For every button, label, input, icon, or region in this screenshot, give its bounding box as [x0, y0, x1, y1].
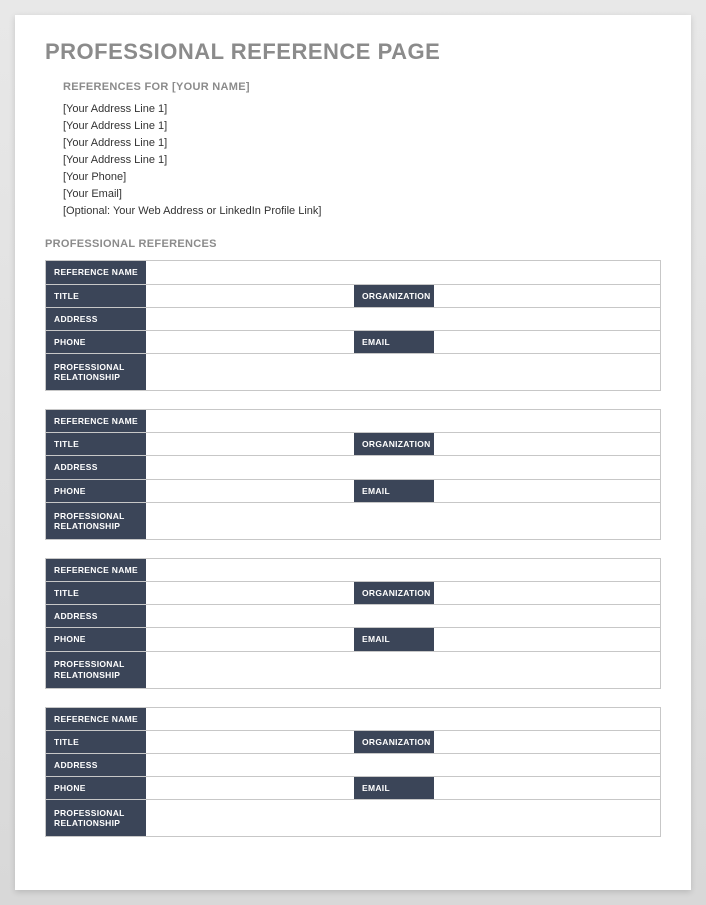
value-title[interactable] — [146, 285, 354, 307]
label-organization: ORGANIZATION — [354, 285, 434, 307]
label-reference-name: REFERENCE NAME — [46, 261, 146, 283]
value-organization[interactable] — [434, 433, 660, 455]
address-line: [Your Email] — [63, 186, 661, 203]
label-reference-name: REFERENCE NAME — [46, 410, 146, 432]
label-professional-relationship: PROFESSIONAL RELATIONSHIP — [46, 354, 146, 390]
label-email: EMAIL — [354, 480, 434, 502]
value-address[interactable] — [146, 754, 660, 776]
value-email[interactable] — [434, 480, 660, 502]
label-address: ADDRESS — [46, 456, 146, 478]
label-email: EMAIL — [354, 628, 434, 650]
label-organization: ORGANIZATION — [354, 582, 434, 604]
label-title: TITLE — [46, 433, 146, 455]
value-title[interactable] — [146, 582, 354, 604]
reference-block: REFERENCE NAME TITLE ORGANIZATION ADDRES… — [45, 409, 661, 540]
value-phone[interactable] — [146, 628, 354, 650]
label-professional-relationship: PROFESSIONAL RELATIONSHIP — [46, 800, 146, 836]
address-line: [Optional: Your Web Address or LinkedIn … — [63, 203, 661, 220]
label-title: TITLE — [46, 731, 146, 753]
value-address[interactable] — [146, 308, 660, 330]
value-address[interactable] — [146, 456, 660, 478]
address-line: [Your Address Line 1] — [63, 152, 661, 169]
value-title[interactable] — [146, 433, 354, 455]
label-phone: PHONE — [46, 480, 146, 502]
document-page: PROFESSIONAL REFERENCE PAGE REFERENCES F… — [15, 15, 691, 890]
label-organization: ORGANIZATION — [354, 433, 434, 455]
value-email[interactable] — [434, 331, 660, 353]
value-email[interactable] — [434, 628, 660, 650]
address-block: [Your Address Line 1] [Your Address Line… — [63, 101, 661, 220]
reference-block: REFERENCE NAME TITLE ORGANIZATION ADDRES… — [45, 558, 661, 689]
value-phone[interactable] — [146, 480, 354, 502]
label-organization: ORGANIZATION — [354, 731, 434, 753]
value-phone[interactable] — [146, 777, 354, 799]
address-line: [Your Phone] — [63, 169, 661, 186]
label-reference-name: REFERENCE NAME — [46, 559, 146, 581]
label-phone: PHONE — [46, 331, 146, 353]
label-address: ADDRESS — [46, 754, 146, 776]
label-address: ADDRESS — [46, 605, 146, 627]
label-address: ADDRESS — [46, 308, 146, 330]
value-email[interactable] — [434, 777, 660, 799]
reference-block: REFERENCE NAME TITLE ORGANIZATION ADDRES… — [45, 707, 661, 838]
label-title: TITLE — [46, 582, 146, 604]
label-email: EMAIL — [354, 777, 434, 799]
label-email: EMAIL — [354, 331, 434, 353]
value-title[interactable] — [146, 731, 354, 753]
value-organization[interactable] — [434, 582, 660, 604]
value-professional-relationship[interactable] — [146, 800, 660, 836]
references-for-heading: REFERENCES FOR [YOUR NAME] — [63, 81, 661, 93]
professional-references-heading: PROFESSIONAL REFERENCES — [45, 238, 661, 250]
page-title: PROFESSIONAL REFERENCE PAGE — [45, 39, 661, 65]
value-phone[interactable] — [146, 331, 354, 353]
value-reference-name[interactable] — [146, 559, 660, 581]
address-line: [Your Address Line 1] — [63, 118, 661, 135]
value-reference-name[interactable] — [146, 708, 660, 730]
label-professional-relationship: PROFESSIONAL RELATIONSHIP — [46, 503, 146, 539]
address-line: [Your Address Line 1] — [63, 101, 661, 118]
value-organization[interactable] — [434, 285, 660, 307]
value-reference-name[interactable] — [146, 410, 660, 432]
label-title: TITLE — [46, 285, 146, 307]
address-line: [Your Address Line 1] — [63, 135, 661, 152]
value-professional-relationship[interactable] — [146, 503, 660, 539]
value-professional-relationship[interactable] — [146, 652, 660, 688]
label-phone: PHONE — [46, 777, 146, 799]
reference-block: REFERENCE NAME TITLE ORGANIZATION ADDRES… — [45, 260, 661, 391]
label-professional-relationship: PROFESSIONAL RELATIONSHIP — [46, 652, 146, 688]
value-address[interactable] — [146, 605, 660, 627]
label-phone: PHONE — [46, 628, 146, 650]
value-organization[interactable] — [434, 731, 660, 753]
value-professional-relationship[interactable] — [146, 354, 660, 390]
label-reference-name: REFERENCE NAME — [46, 708, 146, 730]
value-reference-name[interactable] — [146, 261, 660, 283]
